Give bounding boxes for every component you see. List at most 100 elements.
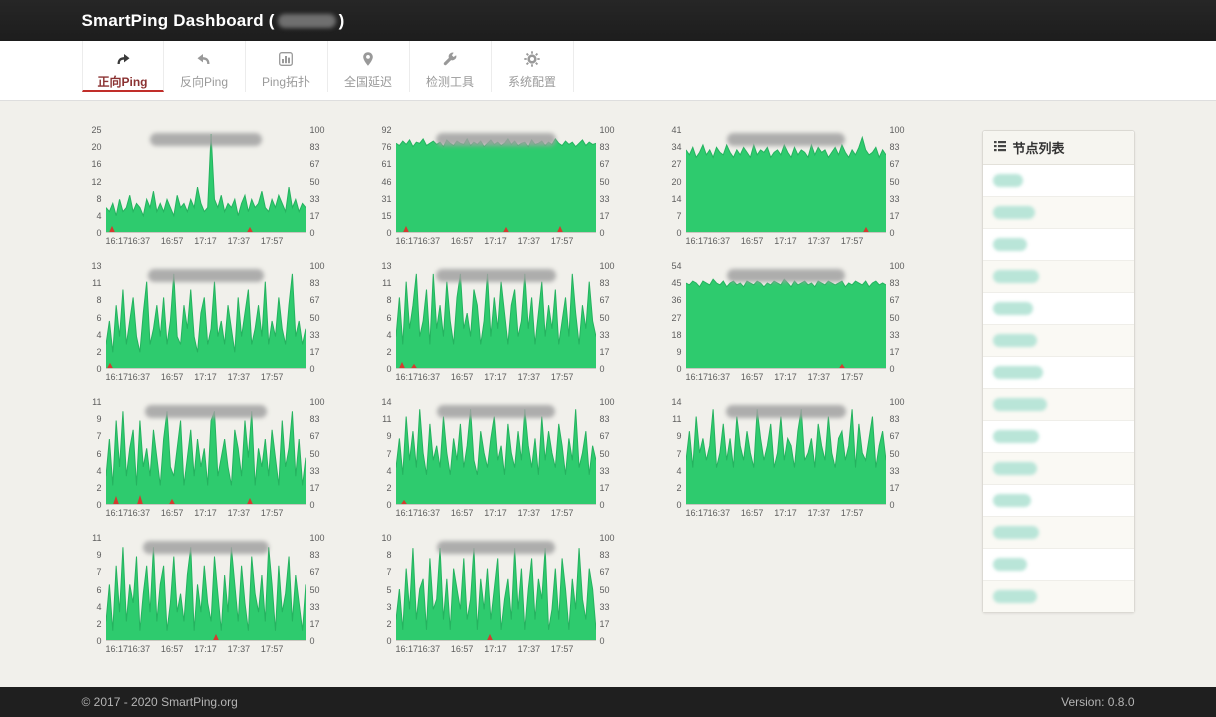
ping-chart-9: 14 11 9 7 4 2 0 100 83 67 50 33 17 0 16:17 16:37 16:57…: [662, 397, 912, 522]
title-suffix: ): [338, 10, 345, 30]
copyright-text: © 2017 - 2020 SmartPing.org: [81, 695, 238, 709]
latency-line: [106, 134, 306, 216]
node-list-item[interactable]: [982, 548, 1134, 580]
map-pin-icon: [328, 51, 409, 68]
chart-title-redacted: [149, 133, 262, 146]
x-axis-labels: 16:17 16:37 16:57 17:17 17:37 17:57: [685, 236, 864, 246]
right-axis-labels: 100 83 67 50 33 17 0: [889, 397, 905, 510]
node-name-redacted: [992, 462, 1037, 475]
chart-title-redacted: [726, 269, 845, 282]
right-axis-labels: 100 83 67 50 33 17 0: [889, 125, 905, 238]
left-axis-labels: 10 8 7 5 3 2 0: [381, 533, 392, 646]
node-list-item[interactable]: [982, 356, 1134, 388]
nav-tabs: 正向Ping 反向Ping Ping拓扑 全国延迟 检测工具 系统配置: [81, 41, 1135, 92]
node-list-item[interactable]: [982, 324, 1134, 356]
plot-area: [395, 402, 596, 505]
right-axis-labels: 100 83 67 50 33 17 0: [309, 261, 325, 374]
node-name-redacted: [992, 302, 1033, 315]
latency-area: [685, 137, 886, 232]
ping-chart-7: 11 9 7 6 4 2 0 100 83 67 50 33 17 0 16:17 16:37 16:57 1…: [82, 397, 332, 522]
chart-title-redacted: [726, 133, 845, 146]
ping-chart-1: 25 20 16 12 8 4 0 100 83 67 50 33 17 0 16:17 16:37 16:…: [82, 125, 332, 250]
chart-title-redacted: [436, 541, 555, 554]
node-list-item[interactable]: [982, 196, 1134, 228]
latency-area: [395, 273, 596, 368]
main-nav: 正向Ping 反向Ping Ping拓扑 全国延迟 检测工具 系统配置: [0, 41, 1216, 101]
node-list-item[interactable]: [982, 516, 1134, 548]
plot-area: [105, 402, 306, 505]
nav-tab-national-latency[interactable]: 全国延迟: [328, 41, 410, 92]
ping-chart-11: 10 8 7 5 3 2 0 100 83 67 50 33 17 0 16:17 16:37 16:57 1…: [372, 533, 622, 658]
plot-area: [685, 266, 886, 369]
latency-area: [395, 409, 596, 504]
left-axis-labels: 14 11 9 7 4 2 0: [671, 397, 682, 510]
ping-chart-6: 54 45 36 27 18 9 0 100 83 67 50 33 17 0 16:17 16:37 16…: [662, 261, 912, 386]
forward-arrow-icon: [83, 51, 163, 68]
node-list-panel: 节点列表: [981, 130, 1135, 613]
nav-tab-ping-topology[interactable]: Ping拓扑: [246, 41, 328, 92]
title-prefix: SmartPing Dashboard (: [81, 10, 275, 30]
left-axis-labels: 25 20 16 12 8 4 0: [91, 125, 102, 238]
latency-area: [105, 134, 306, 232]
list-icon: [993, 139, 1007, 156]
chart-title-redacted: [144, 405, 267, 418]
chart-title-redacted: [436, 405, 555, 418]
node-list-item[interactable]: [982, 260, 1134, 292]
node-name-redacted: [992, 366, 1043, 379]
node-name-redacted: [992, 526, 1039, 539]
ping-chart-5: 13 11 8 6 4 2 0 100 83 67 50 33 17 0 16:17 16:37 16:57…: [372, 261, 622, 386]
chart-title-redacted: [435, 269, 556, 282]
latency-area: [685, 279, 886, 368]
left-axis-labels: 54 45 36 27 18 9 0: [671, 261, 682, 374]
right-axis-labels: 100 83 67 50 33 17 0: [309, 397, 325, 510]
left-axis-labels: 11 9 7 6 4 2 0: [92, 397, 102, 510]
node-list-item[interactable]: [983, 165, 1134, 196]
version-text: Version: 0.8.0: [1061, 695, 1135, 709]
right-axis-labels: 100 83 67 50 33 17 0: [599, 125, 615, 238]
chart-title-redacted: [725, 405, 846, 418]
node-list: [982, 165, 1134, 612]
node-name-redacted: [992, 590, 1037, 603]
node-name-redacted: [992, 270, 1039, 283]
right-axis-labels: 100 83 67 50 33 17 0: [889, 261, 905, 374]
charts-grid: 25 20 16 12 8 4 0 100 83 67 50 33 17 0 16:17 16:37 16:…: [82, 125, 912, 658]
right-axis-labels: 100 83 67 50 33 17 0: [309, 533, 325, 646]
nav-tab-detect-tools[interactable]: 检测工具: [410, 41, 492, 92]
reverse-arrow-icon: [164, 51, 245, 68]
node-name-redacted: [992, 558, 1027, 571]
node-sidebar: 节点列表: [981, 130, 1135, 658]
node-list-item[interactable]: [982, 388, 1134, 420]
node-name-redacted: [992, 334, 1037, 347]
node-list-item[interactable]: [982, 420, 1134, 452]
right-axis-labels: 100 83 67 50 33 17 0: [599, 533, 615, 646]
left-axis-labels: 92 76 61 46 31 15 0: [381, 125, 392, 238]
node-name-redacted: [992, 206, 1035, 219]
plot-area: [395, 538, 596, 641]
nav-tab-system-config[interactable]: 系统配置: [492, 41, 574, 92]
node-list-item[interactable]: [982, 484, 1134, 516]
x-axis-labels: 16:17 16:37 16:57 17:17 17:37 17:57: [105, 644, 284, 654]
plot-area: [395, 130, 596, 233]
x-axis-labels: 16:17 16:37 16:57 17:17 17:37 17:57: [105, 508, 284, 518]
node-list-item[interactable]: [982, 580, 1134, 612]
node-list-item[interactable]: [982, 292, 1134, 324]
plot-area: [105, 130, 306, 233]
x-axis-labels: 16:17 16:37 16:57 17:17 17:37 17:57: [105, 372, 284, 382]
nav-tab-forward-ping[interactable]: 正向Ping: [81, 41, 164, 92]
main-content: 25 20 16 12 8 4 0 100 83 67 50 33 17 0 16:17 16:37 16:…: [82, 101, 1135, 658]
plot-area: [685, 402, 886, 505]
plot-area: [105, 266, 306, 369]
plot-area: [395, 266, 596, 369]
node-list-item[interactable]: [982, 228, 1134, 260]
ping-chart-4: 13 11 8 6 4 2 0 100 83 67 50 33 17 0 16:17 16:37 16:57…: [82, 261, 332, 386]
left-axis-labels: 11 9 7 6 4 2 0: [92, 533, 102, 646]
right-axis-labels: 100 83 67 50 33 17 0: [599, 397, 615, 510]
node-name-redacted: [992, 430, 1039, 443]
node-list-title: 节点列表: [1012, 141, 1065, 156]
x-axis-labels: 16:17 16:37 16:57 17:17 17:37 17:57: [105, 236, 284, 246]
node-list-item[interactable]: [982, 452, 1134, 484]
nav-tab-reverse-ping[interactable]: 反向Ping: [164, 41, 246, 92]
title-redacted-blob: [277, 13, 336, 28]
node-list-header: 节点列表: [982, 131, 1134, 165]
right-axis-labels: 100 83 67 50 33 17 0: [599, 261, 615, 374]
